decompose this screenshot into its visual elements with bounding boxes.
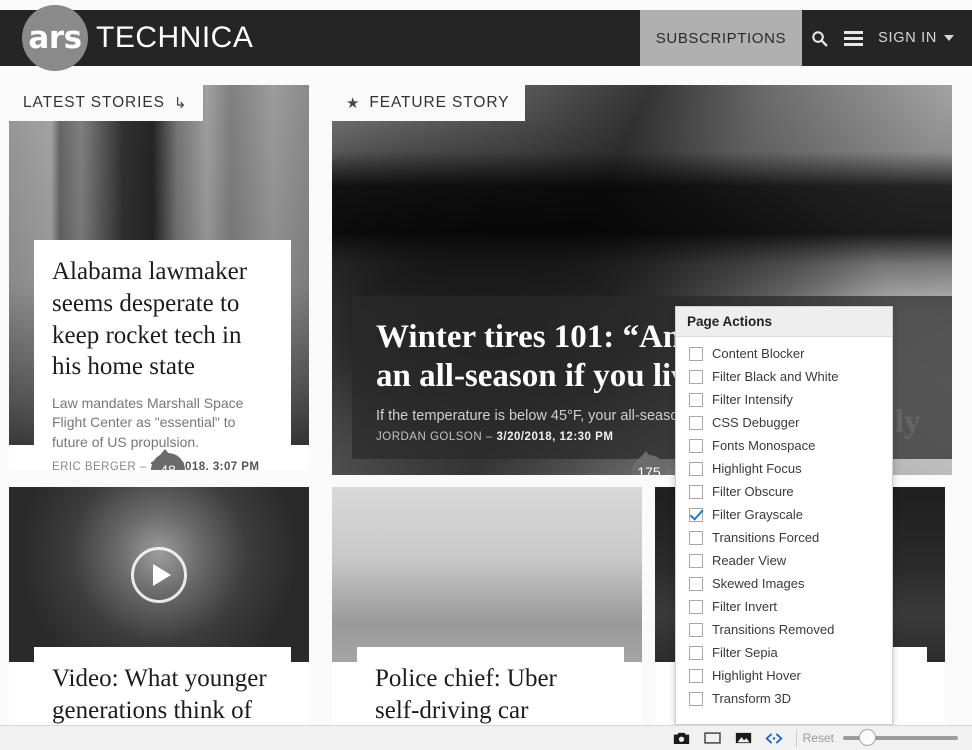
page-action-label: Filter Grayscale (712, 507, 804, 522)
page-action-row[interactable]: Filter Obscure (676, 480, 892, 503)
page-action-row[interactable]: Fonts Monospace (676, 434, 892, 457)
zoom-slider-knob[interactable] (859, 729, 876, 746)
checkbox-icon[interactable] (689, 346, 703, 361)
camera-icon[interactable] (666, 726, 697, 750)
page-action-row[interactable]: Filter Grayscale (676, 503, 892, 526)
feature-title-line2: an all-season if you liv (376, 358, 688, 395)
page-action-row[interactable]: Skewed Images (676, 572, 892, 595)
page-action-label: Fonts Monospace (712, 438, 816, 453)
play-triangle (152, 564, 171, 586)
page-action-label: Transform 3D (712, 691, 791, 706)
page-action-row[interactable]: Filter Sepia (676, 641, 892, 664)
page-action-label: Content Blocker (712, 346, 805, 361)
checkbox-icon[interactable] (689, 691, 703, 706)
checkbox-icon[interactable] (689, 622, 703, 637)
checkbox-icon[interactable] (689, 530, 703, 545)
chevron-down-icon (944, 35, 954, 41)
subscriptions-button[interactable]: SUBSCRIPTIONS (639, 10, 803, 66)
logo-mark: ars (22, 5, 88, 71)
page-action-label: Skewed Images (712, 576, 805, 591)
feature-timestamp: 3/20/2018, 12:30 PM (496, 431, 614, 443)
sign-in-button[interactable]: SIGN IN (870, 10, 972, 66)
page-action-row[interactable]: Filter Invert (676, 595, 892, 618)
image-icon[interactable] (728, 726, 759, 750)
page-action-row[interactable]: Reader View (676, 549, 892, 572)
card-text-block: Alabama lawmaker seems desperate to keep… (34, 240, 291, 470)
toolbar-divider (795, 729, 797, 747)
feature-author: JORDAN GOLSON (376, 431, 483, 443)
byline-separator: – (482, 431, 497, 443)
play-icon[interactable] (131, 547, 187, 603)
devtools-toolbar: Reset (0, 725, 972, 750)
arrow-right-turn-icon: ↳ (173, 95, 188, 112)
page-action-label: Highlight Focus (712, 461, 802, 476)
checkbox-icon[interactable] (689, 461, 703, 476)
page-action-row[interactable]: Filter Black and White (676, 365, 892, 388)
card-latest-stories[interactable]: LATEST STORIES ↳ Alabama lawmaker seems … (9, 85, 309, 470)
site-header: ars TECHNICA SUBSCRIPTIONS SIGN IN (0, 5, 972, 71)
hamburger-bars (843, 30, 863, 46)
checkbox-icon[interactable] (689, 645, 703, 660)
page-action-row[interactable]: Transitions Removed (676, 618, 892, 641)
card-title: Alabama lawmaker seems desperate to keep… (52, 258, 248, 381)
rectangle-icon[interactable] (697, 726, 728, 750)
page-action-label: Filter Obscure (712, 484, 794, 499)
checkbox-icon[interactable] (689, 369, 703, 384)
checkbox-icon[interactable] (689, 599, 703, 614)
page-action-label: Transitions Removed (712, 622, 835, 637)
page-action-label: CSS Debugger (712, 415, 800, 430)
card-image (332, 487, 642, 662)
browser-viewport: ars TECHNICA SUBSCRIPTIONS SIGN IN LATES… (0, 0, 972, 750)
checkbox-checked-icon[interactable] (689, 507, 703, 522)
page-action-row[interactable]: Transitions Forced (676, 526, 892, 549)
page-action-row[interactable]: Highlight Hover (676, 664, 892, 687)
feature-story-tag[interactable]: ★ FEATURE STORY (332, 85, 526, 121)
page-action-label: Filter Black and White (712, 369, 839, 384)
star-icon: ★ (346, 95, 361, 112)
sign-in-label: SIGN IN (878, 30, 937, 46)
page-actions-popup: Page Actions Content Blocker Filter Black… (675, 306, 893, 725)
card-video[interactable]: Video: What younger generations think of… (9, 487, 309, 750)
hamburger-icon[interactable] (836, 10, 870, 66)
header-nav: SUBSCRIPTIONS SIGN IN (639, 10, 972, 66)
page-action-label: Filter Invert (712, 599, 778, 614)
page-actions-list: Content Blocker Filter Black and White Fil… (676, 337, 892, 724)
latest-stories-tag[interactable]: LATEST STORIES ↳ (9, 85, 204, 121)
page-action-row[interactable]: Transform 3D (676, 687, 892, 710)
site-logo[interactable]: ars TECHNICA (22, 0, 253, 76)
popup-title: Page Actions (676, 307, 892, 337)
page-action-row[interactable]: Content Blocker (676, 342, 892, 365)
card-uber[interactable]: Police chief: Uber self-driving car “lik… (332, 487, 642, 750)
page-action-label: Highlight Hover (712, 668, 801, 683)
feature-title-line1: Winter tires 101: “An a (376, 319, 706, 356)
checkbox-icon[interactable] (689, 484, 703, 499)
page-action-row[interactable]: Filter Intensify (676, 388, 892, 411)
page-action-label: Filter Sepia (712, 645, 778, 660)
zoom-slider[interactable] (843, 729, 958, 746)
card-dek: Law mandates Marshall Space Flight Cente… (52, 395, 244, 450)
checkbox-icon[interactable] (689, 668, 703, 683)
page-action-label: Reader View (712, 553, 787, 568)
toolbar-controls: Reset (666, 726, 972, 750)
checkbox-icon[interactable] (689, 576, 703, 591)
checkbox-icon[interactable] (689, 553, 703, 568)
checkbox-icon[interactable] (689, 415, 703, 430)
page-action-label: Filter Intensify (712, 392, 793, 407)
byline-separator: – (136, 460, 151, 470)
page-action-row[interactable]: CSS Debugger (676, 411, 892, 434)
checkbox-icon[interactable] (689, 438, 703, 453)
latest-stories-label: LATEST STORIES (23, 94, 165, 111)
checkbox-icon[interactable] (689, 392, 703, 407)
code-brackets-icon[interactable] (759, 726, 790, 750)
feature-story-label: FEATURE STORY (369, 94, 510, 111)
search-icon[interactable] (802, 10, 836, 66)
page-action-label: Transitions Forced (712, 530, 820, 545)
logo-wordmark: TECHNICA (96, 21, 254, 54)
card-author: ERIC BERGER (52, 460, 137, 470)
page-action-row[interactable]: Highlight Focus (676, 457, 892, 480)
reset-label[interactable]: Reset (803, 731, 834, 745)
